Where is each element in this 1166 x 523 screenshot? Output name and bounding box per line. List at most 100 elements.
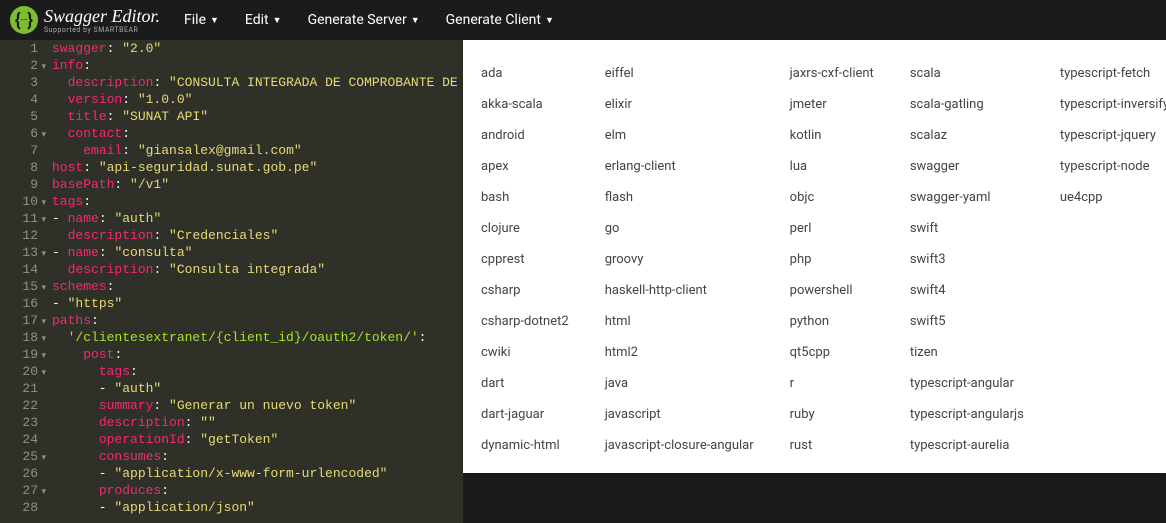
dropdown-item[interactable]: haskell-http-client <box>587 275 772 306</box>
dropdown-item[interactable]: clojure <box>463 213 587 244</box>
code-line: - name: "consulta" <box>52 244 463 261</box>
dropdown-item[interactable]: html2 <box>587 337 772 368</box>
dropdown-item[interactable]: scala-gatling <box>892 89 1042 120</box>
dropdown-item[interactable]: dynamic-html <box>463 430 587 461</box>
dropdown-item[interactable]: groovy <box>587 244 772 275</box>
dropdown-item[interactable]: csharp <box>463 275 587 306</box>
fold-icon[interactable]: ▾ <box>41 212 46 229</box>
code-line: post: <box>52 346 463 363</box>
dropdown-item[interactable]: eiffel <box>587 58 772 89</box>
code-line: operationId: "getToken" <box>52 431 463 448</box>
line-number: 9 <box>0 176 38 193</box>
dropdown-item[interactable]: r <box>772 368 892 399</box>
dropdown-item[interactable]: typescript-fetch <box>1042 58 1166 89</box>
dropdown-item[interactable]: javascript-closure-angular <box>587 430 772 461</box>
dropdown-item[interactable]: swift3 <box>892 244 1042 275</box>
dropdown-item[interactable]: typescript-inversify <box>1042 89 1166 120</box>
dropdown-item[interactable]: apex <box>463 151 587 182</box>
dropdown-item[interactable]: objc <box>772 182 892 213</box>
dropdown-item[interactable]: java <box>587 368 772 399</box>
dropdown-item[interactable]: scalaz <box>892 120 1042 151</box>
dropdown-item[interactable]: erlang-client <box>587 151 772 182</box>
menu-edit[interactable]: Edit ▼ <box>245 12 282 28</box>
dropdown-item[interactable]: typescript-aurelia <box>892 430 1042 461</box>
fold-icon[interactable]: ▾ <box>41 314 46 331</box>
menu-file-label: File <box>184 12 206 28</box>
code-editor[interactable]: 12▾3456▾78910▾11▾1213▾1415▾1617▾18▾19▾20… <box>0 40 463 523</box>
code-line: - "application/x-www-form-urlencoded" <box>52 465 463 482</box>
dropdown-item[interactable]: go <box>587 213 772 244</box>
dropdown-item[interactable]: ruby <box>772 399 892 430</box>
dropdown-item[interactable]: swift5 <box>892 306 1042 337</box>
fold-icon[interactable]: ▾ <box>41 246 46 263</box>
code-line: description: "Credenciales" <box>52 227 463 244</box>
dropdown-item[interactable]: typescript-node <box>1042 151 1166 182</box>
menu-gen-client-label: Generate Client <box>446 12 541 28</box>
dropdown-item[interactable]: typescript-angular <box>892 368 1042 399</box>
logo-title: Swagger Editor. <box>44 7 160 25</box>
dropdown-item[interactable]: akka-scala <box>463 89 587 120</box>
dropdown-item[interactable]: rust <box>772 430 892 461</box>
code-line: basePath: "/v1" <box>52 176 463 193</box>
dropdown-item[interactable]: javascript <box>587 399 772 430</box>
code-line: paths: <box>52 312 463 329</box>
menu-generate-client[interactable]: Generate Client ▼ <box>446 12 554 28</box>
dropdown-item[interactable]: android <box>463 120 587 151</box>
code-line: email: "giansalex@gmail.com" <box>52 142 463 159</box>
dropdown-item[interactable]: swift <box>892 213 1042 244</box>
dropdown-item[interactable]: lua <box>772 151 892 182</box>
code-line: info: <box>52 57 463 74</box>
fold-icon[interactable]: ▾ <box>41 195 46 212</box>
dropdown-item[interactable]: swagger <box>892 151 1042 182</box>
fold-icon[interactable]: ▾ <box>41 127 46 144</box>
line-number: 2▾ <box>0 57 38 74</box>
line-number: 3 <box>0 74 38 91</box>
fold-icon[interactable]: ▾ <box>41 59 46 76</box>
menu-generate-server[interactable]: Generate Server ▼ <box>308 12 420 28</box>
dropdown-item[interactable]: kotlin <box>772 120 892 151</box>
fold-icon[interactable]: ▾ <box>41 331 46 348</box>
dropdown-item[interactable]: qt5cpp <box>772 337 892 368</box>
dropdown-item[interactable]: flash <box>587 182 772 213</box>
dropdown-item[interactable]: swift4 <box>892 275 1042 306</box>
dropdown-item[interactable]: cwiki <box>463 337 587 368</box>
code-line: swagger: "2.0" <box>52 40 463 57</box>
dropdown-item[interactable]: perl <box>772 213 892 244</box>
code-line: description: "" <box>52 414 463 431</box>
dropdown-item[interactable]: jmeter <box>772 89 892 120</box>
dropdown-item[interactable]: python <box>772 306 892 337</box>
dropdown-item[interactable]: typescript-angularjs <box>892 399 1042 430</box>
dropdown-item[interactable]: powershell <box>772 275 892 306</box>
fold-icon[interactable]: ▾ <box>41 365 46 382</box>
fold-icon[interactable]: ▾ <box>41 348 46 365</box>
code-line: description: "Consulta integrada" <box>52 261 463 278</box>
dropdown-item[interactable]: cpprest <box>463 244 587 275</box>
dropdown-item[interactable]: tizen <box>892 337 1042 368</box>
dropdown-item[interactable]: elixir <box>587 89 772 120</box>
dropdown-item[interactable]: typescript-jquery <box>1042 120 1166 151</box>
fold-icon[interactable]: ▾ <box>41 450 46 467</box>
logo: {···} Swagger Editor. Supported by SMART… <box>10 6 160 34</box>
line-number: 24 <box>0 431 38 448</box>
line-number: 18▾ <box>0 329 38 346</box>
line-number: 27▾ <box>0 482 38 499</box>
line-number: 21 <box>0 380 38 397</box>
dropdown-item[interactable]: dart <box>463 368 587 399</box>
dropdown-item[interactable]: ada <box>463 58 587 89</box>
fold-icon[interactable]: ▾ <box>41 484 46 501</box>
fold-icon[interactable]: ▾ <box>41 280 46 297</box>
line-number: 13▾ <box>0 244 38 261</box>
menu-file[interactable]: File ▼ <box>184 12 219 28</box>
dropdown-item[interactable]: dart-jaguar <box>463 399 587 430</box>
dropdown-item[interactable]: php <box>772 244 892 275</box>
dropdown-item[interactable]: csharp-dotnet2 <box>463 306 587 337</box>
dropdown-item[interactable]: jaxrs-cxf-client <box>772 58 892 89</box>
dropdown-item[interactable]: scala <box>892 58 1042 89</box>
dropdown-item[interactable]: html <box>587 306 772 337</box>
dropdown-item[interactable]: bash <box>463 182 587 213</box>
dropdown-item[interactable]: ue4cpp <box>1042 182 1166 213</box>
line-gutter: 12▾3456▾78910▾11▾1213▾1415▾1617▾18▾19▾20… <box>0 40 48 523</box>
dropdown-item[interactable]: elm <box>587 120 772 151</box>
dropdown-item[interactable]: swagger-yaml <box>892 182 1042 213</box>
line-number: 7 <box>0 142 38 159</box>
